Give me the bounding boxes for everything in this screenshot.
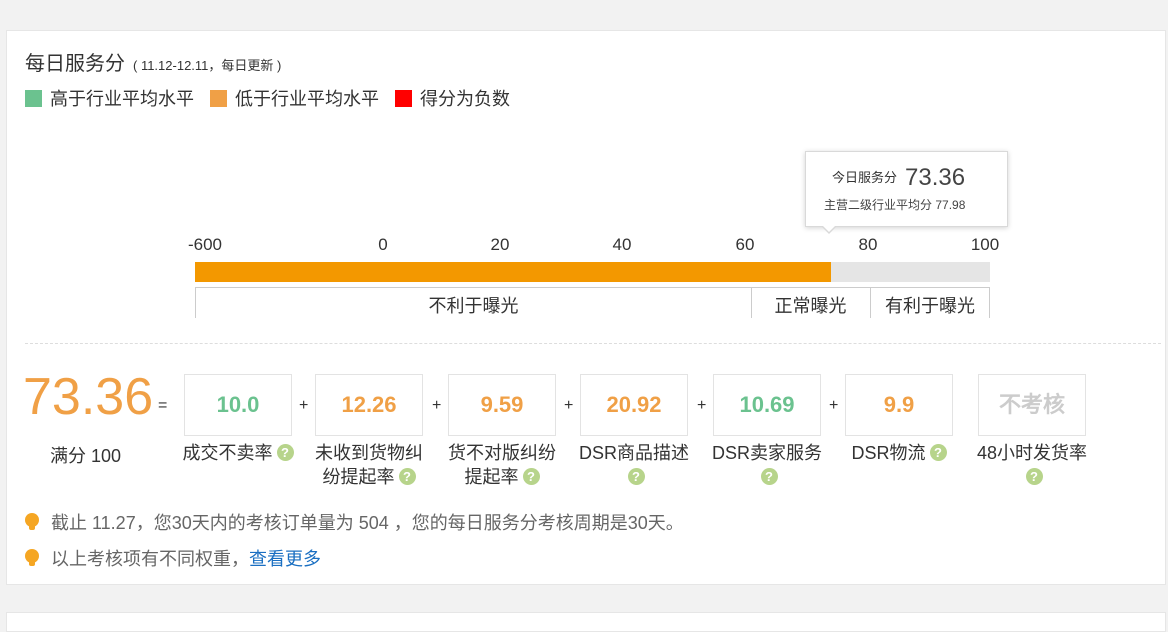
legend-item-above: 高于行业平均水平: [25, 85, 194, 111]
metric-box-unsold-rate: 10.0: [184, 374, 292, 436]
tick-label: 20: [490, 235, 510, 254]
plus-sign: +: [432, 397, 442, 414]
lightbulb-icon: [25, 549, 39, 567]
tooltip-industry-value: 77.98: [935, 198, 966, 212]
page-title: 每日服务分 ( 11.12-12.11，每日更新 ): [25, 47, 281, 76]
metric-label-dsr-logistics: DSR物流?: [833, 441, 965, 465]
metric-box-not-as-described: 9.59: [448, 374, 556, 436]
date-range: ( 11.12-12.11，每日更新 ): [133, 58, 282, 73]
next-card: [6, 612, 1166, 632]
metric-label-text: 纷提起率: [322, 467, 395, 487]
tooltip-industry-label: 主营二级行业平均分: [824, 198, 933, 212]
plus-sign: +: [829, 397, 839, 414]
legend-swatch-orange: [210, 89, 227, 107]
tick-label: 40: [612, 235, 632, 254]
note-order-count: 截止 11.27，您30天内的考核订单量为 504 ，您的每日服务分考核周期是3…: [25, 509, 684, 535]
help-icon[interactable]: ?: [627, 468, 645, 485]
section-divider: [25, 343, 1161, 344]
metric-label-48h-shipping: 48小时发货率 ?: [966, 441, 1098, 489]
note-weights: 以上考核项有不同权重， 查看更多: [25, 545, 321, 571]
note-text: 以上考核项有不同权重，: [51, 549, 249, 569]
metric-label-text: 货不对版纠纷: [448, 443, 556, 463]
metric-label-dsr-service: DSR卖家服务 ?: [701, 441, 833, 489]
help-icon[interactable]: ?: [522, 468, 540, 485]
metric-label-text: DSR物流: [851, 443, 926, 463]
help-icon[interactable]: ?: [1025, 468, 1043, 485]
metric-label-text: DSR商品描述: [578, 443, 689, 463]
help-icon[interactable]: ?: [276, 444, 294, 461]
tooltip-today-value: 73.36: [905, 164, 966, 191]
tick-label: 100: [970, 235, 1000, 254]
tick-label: -600: [187, 235, 223, 254]
metric-label-dsr-description: DSR商品描述 ?: [568, 441, 700, 489]
full-score-label: 满分 100: [50, 446, 122, 466]
tooltip-industry: 主营二级行业平均分 77.98: [824, 196, 965, 213]
score-tooltip: 今日服务分 73.36 主营二级行业平均分 77.98: [805, 151, 1008, 234]
metric-box-dsr-logistics: 9.9: [845, 374, 953, 436]
zone-normal: 正常曝光: [751, 287, 871, 318]
metric-label-text: 提起率: [464, 467, 519, 487]
metric-label-text: 未收到货物纠: [315, 443, 423, 463]
title-text: 每日服务分: [25, 53, 125, 75]
tooltip-arrow-inner: [823, 226, 835, 232]
lightbulb-icon: [25, 513, 39, 531]
plus-sign: +: [697, 397, 707, 414]
plus-sign: +: [564, 397, 574, 414]
zone-unfavorable: 不利于曝光: [195, 287, 752, 318]
zone-favorable: 有利于曝光: [870, 287, 990, 318]
legend-label: 高于行业平均水平: [50, 89, 194, 109]
plus-sign: +: [299, 397, 309, 414]
metric-box-dsr-description: 20.92: [580, 374, 688, 436]
legend-label: 得分为负数: [420, 89, 510, 109]
legend-item-negative: 得分为负数: [395, 85, 510, 111]
total-score: 73.36: [23, 368, 154, 426]
note-text: 截止 11.27，您30天内的考核订单量为 504 ，您的每日服务分考核周期是3…: [51, 513, 684, 533]
legend: 高于行业平均水平 低于行业平均水平 得分为负数: [25, 85, 510, 111]
metric-label-not-as-described: 货不对版纠纷 提起率?: [436, 441, 568, 489]
metric-label-text: 48小时发货率: [976, 443, 1088, 463]
metric-box-not-received: 12.26: [315, 374, 423, 436]
legend-swatch-green: [25, 89, 42, 107]
legend-swatch-red: [395, 89, 412, 107]
help-icon[interactable]: ?: [760, 468, 778, 485]
tooltip-today: 今日服务分 73.36: [832, 164, 965, 192]
metric-box-dsr-service: 10.69: [713, 374, 821, 436]
daily-service-score-card: 每日服务分 ( 11.12-12.11，每日更新 ) 高于行业平均水平 低于行业平…: [6, 30, 1166, 585]
score-bar-fill: [195, 262, 831, 282]
equals-sign: =: [158, 397, 168, 414]
tick-label: 0: [378, 235, 388, 254]
view-more-link[interactable]: 查看更多: [249, 545, 321, 571]
metric-label-text: 成交不卖率: [182, 443, 273, 463]
legend-label: 低于行业平均水平: [235, 89, 379, 109]
help-icon[interactable]: ?: [398, 468, 416, 485]
help-icon[interactable]: ?: [929, 444, 947, 461]
metric-label-text: DSR卖家服务: [711, 443, 822, 463]
legend-item-below: 低于行业平均水平: [210, 85, 379, 111]
metric-box-48h-shipping: 不考核: [978, 374, 1086, 436]
metric-label-unsold-rate: 成交不卖率?: [172, 441, 304, 465]
metric-label-not-received: 未收到货物纠 纷提起率?: [303, 441, 435, 489]
tick-label: 80: [858, 235, 878, 254]
tooltip-today-label: 今日服务分: [832, 170, 898, 185]
tick-label: 60: [735, 235, 755, 254]
